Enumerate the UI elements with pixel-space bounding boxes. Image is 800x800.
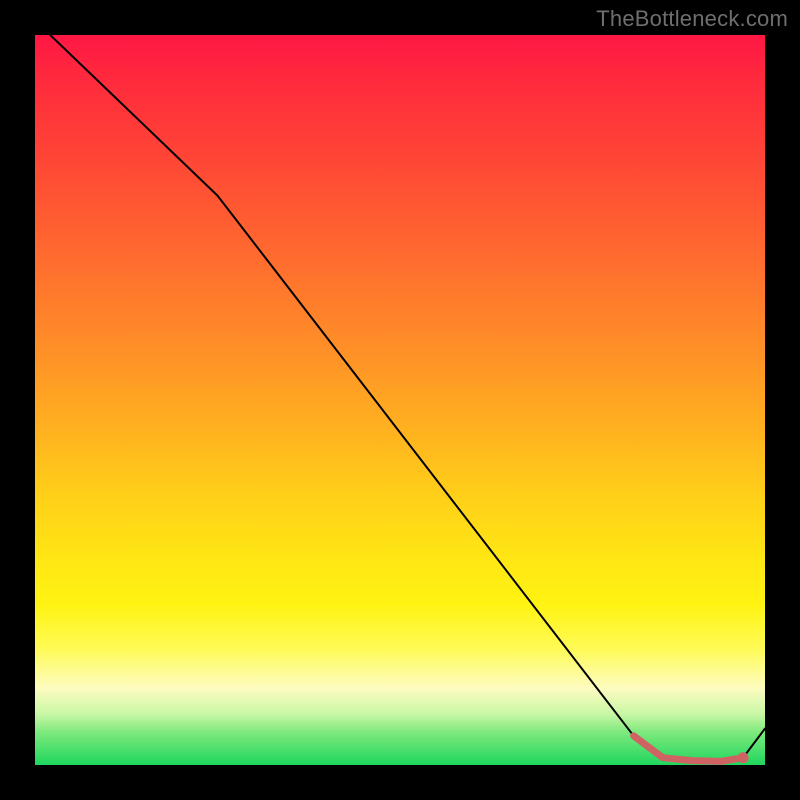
highlight-segment [634,736,744,762]
highlight-end-dot [738,752,749,763]
watermark-text: TheBottleneck.com [596,6,788,32]
curve-group [35,35,765,763]
main-curve [35,35,765,761]
plot-area [35,35,765,765]
chart-svg [35,35,765,765]
chart-frame: TheBottleneck.com [0,0,800,800]
